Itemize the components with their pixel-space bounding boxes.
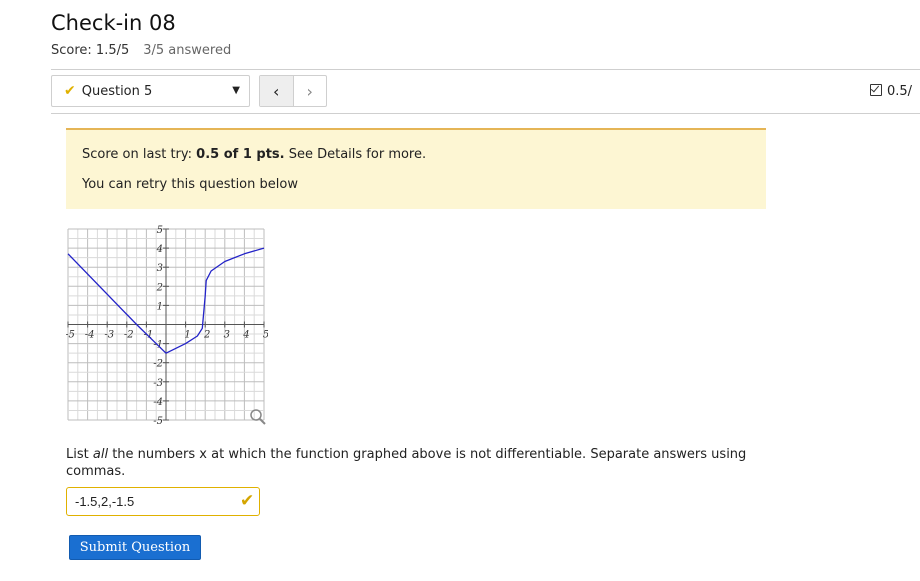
question-nav: ‹ ›	[259, 75, 327, 107]
points-label: 0.5/	[887, 84, 913, 99]
next-question-button[interactable]: ›	[294, 76, 327, 106]
function-graph[interactable]: -5-4-3-2-11234554321-1-2-3-4-5	[66, 225, 268, 429]
question-select[interactable]: ✔ Question 5 ▼	[51, 75, 250, 107]
chevron-left-icon: ‹	[273, 81, 280, 101]
last-try-prefix: Score on last try:	[82, 147, 197, 162]
x-tick-label: 1	[184, 330, 190, 341]
x-tick-label: -2	[124, 330, 134, 341]
y-tick-label: -5	[153, 416, 163, 427]
y-tick-label: -3	[153, 378, 163, 389]
y-tick-label: 5	[157, 225, 163, 236]
question-select-label: Question 5	[81, 83, 153, 99]
partial-check-icon: ✔	[64, 83, 76, 99]
x-tick-label: -4	[85, 330, 95, 341]
checkbox-icon	[870, 84, 882, 96]
magnifier-icon[interactable]	[250, 409, 266, 425]
prompt-start: List	[66, 447, 93, 462]
answer-input[interactable]	[66, 487, 260, 516]
last-try-suffix: See Details for more.	[284, 147, 427, 162]
x-tick-label: 4	[242, 330, 249, 341]
score-summary: Score: 1.5/5 3/5 answered	[51, 43, 231, 58]
x-tick-label: 3	[224, 330, 230, 341]
y-tick-label: 1	[157, 301, 163, 312]
question-points[interactable]: 0.5/	[870, 84, 912, 99]
last-try-points: 0.5 of 1 pts.	[196, 147, 285, 162]
nav-divider	[51, 113, 920, 114]
answered-count: 3/5 answered	[143, 43, 232, 58]
x-tick-label: 5	[263, 330, 268, 341]
score-alert: Score on last try: 0.5 of 1 pts. See Det…	[66, 128, 766, 209]
x-tick-label: -5	[66, 330, 75, 341]
graph-tick-labels: -5-4-3-2-11234554321-1-2-3-4-5	[66, 225, 268, 427]
y-tick-label: 2	[156, 282, 163, 293]
submit-question-button[interactable]: Submit Question	[69, 535, 201, 560]
page-title: Check-in 08	[51, 11, 176, 35]
dropdown-arrow-icon: ▼	[232, 85, 240, 96]
y-tick-label: -4	[153, 397, 163, 408]
last-try-score: Score on last try: 0.5 of 1 pts. See Det…	[82, 147, 766, 162]
x-tick-label: 2	[203, 330, 210, 341]
prompt-emphasis: all	[92, 447, 109, 462]
y-tick-label: 3	[157, 263, 163, 274]
top-divider	[51, 69, 920, 70]
retry-message: You can retry this question below	[82, 177, 298, 192]
y-tick-label: -2	[153, 359, 163, 370]
previous-question-button[interactable]: ‹	[260, 76, 294, 106]
question-prompt: List all the numbers x at which the func…	[66, 446, 766, 480]
partial-check-icon: ✔	[240, 491, 255, 511]
y-tick-label: 4	[156, 244, 163, 255]
x-tick-label: -3	[104, 330, 114, 341]
prompt-end: the numbers x at which the function grap…	[66, 447, 747, 479]
chevron-right-icon: ›	[306, 81, 313, 101]
score-label: Score: 1.5/5	[51, 43, 130, 58]
